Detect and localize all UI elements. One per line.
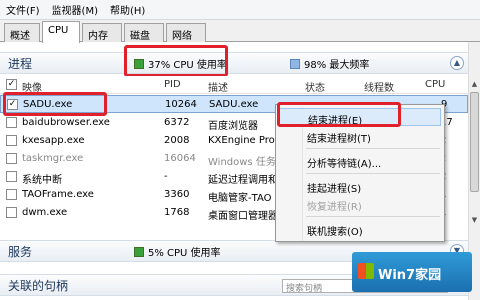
tab-disk[interactable]: 磁盘: [124, 23, 164, 42]
tab-memory[interactable]: 内存: [82, 23, 122, 42]
services-cpu-label: 5% CPU 使用率: [148, 247, 221, 259]
watermark-text: Win7家园: [378, 268, 442, 283]
process-name: dwm.exe: [22, 207, 68, 218]
highlight-sadu-row: [3, 92, 107, 116]
process-description: 电脑管家-TAO: [208, 193, 272, 204]
menu-suspend-process[interactable]: 挂起进程(S): [279, 177, 441, 195]
process-pid: 2008: [164, 135, 190, 146]
highlight-cpu-usage: [124, 45, 228, 77]
col-description[interactable]: 描述: [208, 79, 228, 94]
process-pid: 3360: [164, 189, 190, 200]
process-description: KXEngine Prod: [208, 135, 278, 146]
menu-separator: [306, 173, 440, 174]
process-name: taskmgr.exe: [22, 153, 84, 164]
handles-section-title: 关联的句柄: [8, 278, 69, 293]
max-frequency-label: 98% 最大频率: [304, 59, 370, 71]
process-description: 桌面窗口管理器: [208, 211, 278, 222]
menu-separator: [306, 148, 440, 149]
site-watermark: Win7家园: [352, 252, 472, 292]
select-all-checkbox[interactable]: ✓: [6, 79, 17, 90]
main-panel: 进程 37% CPU 使用率 98% 最大频率 ▲ ✓ 映像 PID 描述 状态…: [0, 42, 480, 300]
highlight-end-process: [277, 102, 401, 127]
col-threads[interactable]: 线程数: [364, 79, 394, 94]
tab-overview[interactable]: 概述: [4, 23, 40, 42]
menu-bar: 文件(F) 监视器(M) 帮助(H): [0, 0, 480, 20]
menu-end-process-tree[interactable]: 结束进程树(T): [279, 127, 441, 145]
menu-resume-process: 恢复进程(R): [307, 202, 362, 213]
process-pid: -: [164, 171, 168, 182]
process-name: 系统中断: [22, 175, 62, 186]
menu-separator: [306, 216, 440, 217]
row-checkbox[interactable]: [6, 135, 17, 146]
process-name: TAOFrame.exe: [22, 189, 94, 200]
process-section-header[interactable]: 进程 37% CPU 使用率 98% 最大频率 ▲: [0, 52, 468, 74]
row-checkbox[interactable]: [6, 153, 17, 164]
collapse-up-icon[interactable]: ▲: [450, 56, 464, 70]
process-name: kxesapp.exe: [22, 135, 85, 146]
row-checkbox[interactable]: [6, 207, 17, 218]
process-pid: 6372: [164, 117, 190, 128]
tab-cpu[interactable]: CPU: [42, 21, 80, 43]
services-section-title: 服务: [8, 244, 33, 259]
menu-file[interactable]: 文件(F): [0, 2, 46, 17]
process-pid: 1768: [164, 207, 190, 218]
col-pid[interactable]: PID: [164, 79, 181, 90]
windows-logo-icon: [358, 263, 374, 279]
scroll-up-icon[interactable]: ▲: [469, 78, 480, 90]
max-frequency-swatch: [290, 58, 300, 69]
menu-monitor[interactable]: 监视器(M): [46, 2, 104, 17]
col-status[interactable]: 状态: [305, 79, 325, 94]
services-cpu-swatch: [134, 246, 144, 257]
process-description: 延迟过程调用和: [208, 175, 278, 186]
row-checkbox[interactable]: [6, 117, 17, 128]
row-checkbox[interactable]: [6, 171, 17, 182]
max-frequency-metric: 98% 最大频率: [290, 56, 369, 71]
scroll-thumb[interactable]: [470, 92, 479, 192]
row-checkbox[interactable]: [6, 189, 17, 200]
process-name: baidubrowser.exe: [22, 117, 110, 128]
col-cpu[interactable]: CPU: [425, 79, 445, 90]
tab-network[interactable]: 网络: [166, 23, 206, 42]
menu-help[interactable]: 帮助(H): [104, 2, 151, 17]
process-description: SADU.exe: [209, 99, 259, 110]
process-pid: 16064: [164, 153, 196, 164]
process-section-title: 进程: [8, 56, 33, 71]
process-description: Windows 任务管: [208, 157, 278, 168]
process-pid: 10264: [165, 99, 197, 110]
scroll-down-icon[interactable]: ▼: [469, 214, 480, 226]
tab-strip: 概述 CPU 内存 磁盘 网络: [0, 20, 480, 43]
services-cpu-metric: 5% CPU 使用率: [134, 244, 221, 259]
menu-analyze-wait-chain[interactable]: 分析等待链(A)...: [279, 152, 441, 170]
process-description: 百度浏览器: [208, 121, 258, 132]
menu-search-online[interactable]: 联机搜索(O): [279, 220, 441, 238]
